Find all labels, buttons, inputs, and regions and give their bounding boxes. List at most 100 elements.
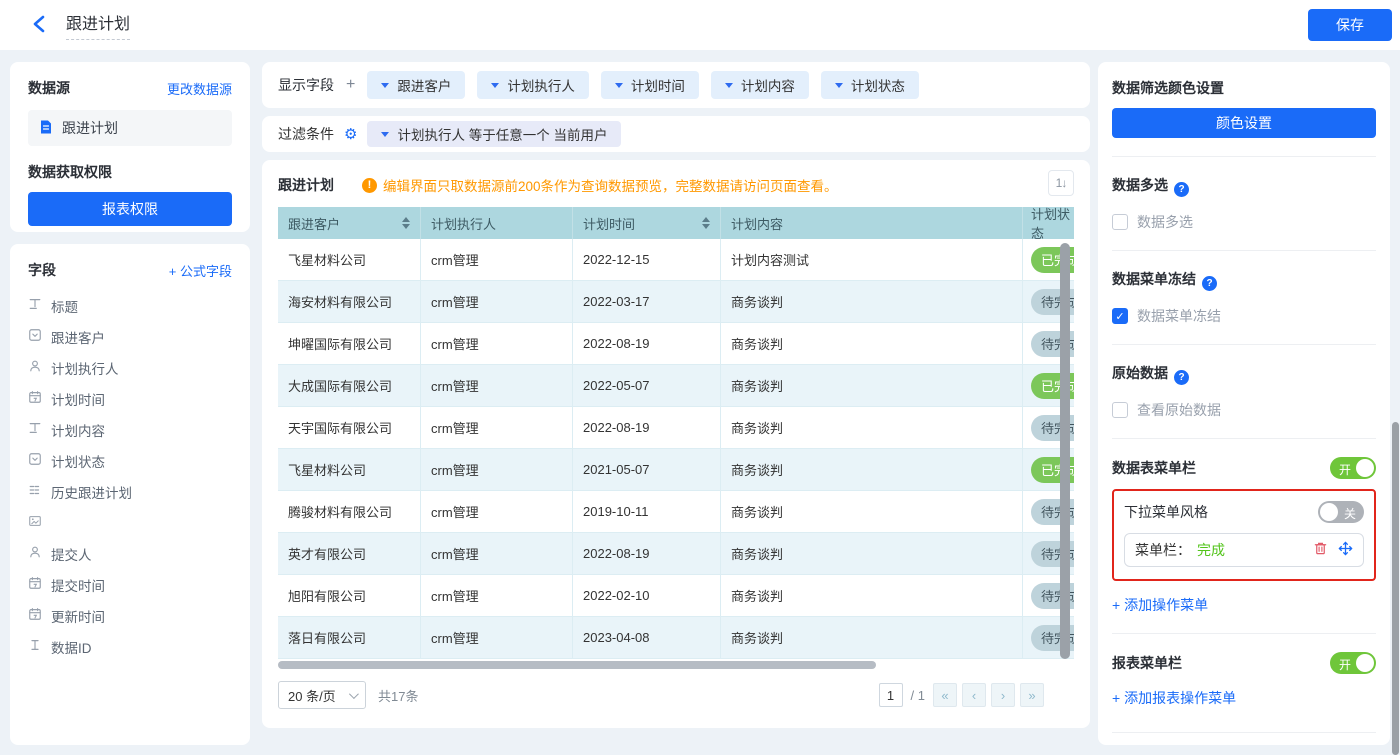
checkbox-unchecked[interactable] (1112, 214, 1128, 230)
display-field-tag[interactable]: 跟进客户 (367, 71, 466, 99)
sort-icon[interactable] (396, 217, 410, 229)
first-page-button[interactable]: « (933, 683, 957, 707)
move-icon[interactable] (1338, 541, 1353, 559)
datasource-item[interactable]: 跟进计划 (28, 110, 232, 146)
add-report-action-menu-link[interactable]: + 添加报表操作菜单 (1112, 688, 1376, 708)
field-item-plan-time[interactable]: 计划时间 (28, 383, 232, 414)
multi-select-checkbox-row[interactable]: 数据多选 (1112, 212, 1376, 232)
fields-title: 字段 (28, 262, 56, 278)
table-row[interactable]: 天宇国际有限公司 crm管理 2022-08-19 商务谈判 待完成 (278, 407, 1074, 449)
dropdown-style-toggle[interactable]: 关 (1318, 501, 1364, 523)
table-row[interactable]: 飞星材料公司 crm管理 2022-12-15 计划内容测试 已完成 (278, 239, 1074, 281)
sort-order-button[interactable]: 1↓ (1048, 170, 1074, 196)
report-menu-toggle[interactable]: 开 (1330, 652, 1376, 674)
column-header-status[interactable]: 计划状态 (1022, 207, 1074, 241)
add-action-menu-link[interactable]: + 添加操作菜单 (1112, 595, 1376, 615)
field-item-submit-time[interactable]: 提交时间 (28, 569, 232, 600)
caret-down-icon (381, 131, 390, 137)
display-field-tag[interactable]: 计划时间 (600, 71, 699, 99)
add-display-field-button[interactable]: + (346, 76, 355, 94)
caret-down-icon (614, 82, 623, 88)
settings-panel: 数据筛选颜色设置 颜色设置 数据多选? 数据多选 数据菜单冻结? ✓ 数据菜单冻… (1098, 62, 1390, 745)
raw-data-checkbox-row[interactable]: 查看原始数据 (1112, 400, 1376, 420)
trash-icon[interactable] (1313, 541, 1328, 559)
pagination-bar: 20 条/页 共17条 1 / 1 « ‹ › » (278, 681, 1074, 709)
caret-down-icon (834, 82, 843, 88)
help-icon[interactable]: ? (1202, 276, 1217, 291)
display-field-tag[interactable]: 计划执行人 (477, 71, 589, 99)
menu-bar-item[interactable]: 菜单栏： 完成 (1124, 533, 1364, 567)
table-row[interactable]: 大成国际有限公司 crm管理 2022-05-07 商务谈判 已完成 (278, 365, 1074, 407)
checkbox-checked[interactable]: ✓ (1112, 308, 1128, 324)
table-row[interactable]: 腾骏材料有限公司 crm管理 2019-10-11 商务谈判 待完成 (278, 491, 1074, 533)
field-item-update-time[interactable]: 更新时间 (28, 600, 232, 631)
help-icon[interactable]: ? (1174, 182, 1189, 197)
change-datasource-link[interactable]: 更改数据源 (167, 79, 232, 98)
field-item-submitter[interactable]: 提交人 (28, 538, 232, 569)
table-menu-toggle[interactable]: 开 (1330, 457, 1376, 479)
field-item-executor[interactable]: 计划执行人 (28, 352, 232, 383)
checkbox-unchecked[interactable] (1112, 402, 1128, 418)
caret-down-icon (381, 82, 390, 88)
table-row[interactable]: 落日有限公司 crm管理 2023-04-08 商务谈判 待完成 (278, 617, 1074, 659)
menu-item-value: 完成 (1197, 542, 1225, 558)
field-item-history[interactable]: 历史跟进计划 (28, 476, 232, 507)
table-menu-title: 数据表菜单栏 (1112, 460, 1196, 476)
viewport-scrollbar[interactable] (1392, 422, 1399, 755)
display-field-tag[interactable]: 计划状态 (820, 71, 919, 99)
warning-icon: ! (362, 177, 377, 193)
color-filter-title: 数据筛选颜色设置 (1112, 80, 1224, 96)
back-button[interactable] (28, 14, 50, 36)
field-item-image[interactable] (28, 507, 232, 538)
divider (1112, 438, 1376, 439)
topbar: 跟进计划 保存 (0, 0, 1400, 50)
table-row[interactable]: 英才有限公司 crm管理 2022-08-19 商务谈判 待完成 (278, 533, 1074, 575)
calendar-icon (28, 390, 42, 407)
table-row[interactable]: 坤曜国际有限公司 crm管理 2022-08-19 商务谈判 待完成 (278, 323, 1074, 365)
vertical-scrollbar[interactable] (1060, 243, 1070, 659)
column-header-customer[interactable]: 跟进客户 (278, 207, 420, 239)
column-header-executor[interactable]: 计划执行人 (420, 207, 572, 239)
field-item-plan-status[interactable]: 计划状态 (28, 445, 232, 476)
next-page-button[interactable]: › (991, 683, 1015, 707)
horizontal-scrollbar[interactable] (278, 661, 876, 669)
display-field-tag[interactable]: 计划内容 (710, 71, 809, 99)
filter-condition-tag[interactable]: 计划执行人 等于任意一个 当前用户 (367, 121, 622, 147)
help-icon[interactable]: ? (1174, 370, 1189, 385)
field-item-data-id[interactable]: 数据ID (28, 631, 232, 662)
user-icon (28, 359, 42, 376)
field-item-customer[interactable]: 跟进客户 (28, 321, 232, 352)
table-row[interactable]: 飞星材料公司 crm管理 2021-05-07 商务谈判 已完成 (278, 449, 1074, 491)
prev-page-button[interactable]: ‹ (962, 683, 986, 707)
text-icon (28, 297, 42, 314)
gear-icon[interactable]: ⚙ (344, 127, 357, 142)
select-icon (28, 452, 42, 469)
divider (1112, 344, 1376, 345)
field-item-title[interactable]: 标题 (28, 290, 232, 321)
column-header-content[interactable]: 计划内容 (720, 207, 1022, 239)
table-row[interactable]: 海安材料有限公司 crm管理 2022-03-17 商务谈判 待完成 (278, 281, 1074, 323)
table-panel: 跟进计划 ! 编辑界面只取数据源前200条作为查询数据预览，完整数据请访问页面查… (262, 160, 1090, 728)
filter-bar: 过滤条件 ⚙ 计划执行人 等于任意一个 当前用户 (262, 116, 1090, 152)
caret-down-icon (724, 82, 733, 88)
toggle-knob (1356, 459, 1374, 477)
sort-icon[interactable] (696, 217, 710, 229)
add-formula-field-link[interactable]: + 公式字段 (169, 261, 232, 280)
table-title: 跟进计划 (278, 177, 334, 193)
page-size-select[interactable]: 20 条/页 (278, 681, 366, 709)
table-header-row: 跟进客户 计划执行人 计划时间 计划内容 计划状态 (278, 207, 1074, 241)
last-page-button[interactable]: » (1020, 683, 1044, 707)
menu-freeze-checkbox-row[interactable]: ✓ 数据菜单冻结 (1112, 306, 1376, 326)
save-button[interactable]: 保存 (1308, 9, 1392, 41)
report-permission-button[interactable]: 报表权限 (28, 192, 232, 226)
chevron-left-icon (32, 15, 46, 36)
column-header-time[interactable]: 计划时间 (572, 207, 720, 239)
page-number-input[interactable]: 1 (878, 683, 903, 707)
datasource-name: 跟进计划 (62, 120, 118, 136)
fields-panel: 字段 + 公式字段 标题 跟进客户 计划执行人 计划时间 计划内容 计划状态 历… (10, 244, 250, 745)
preview-warning: ! 编辑界面只取数据源前200条作为查询数据预览，完整数据请访问页面查看。 (362, 175, 838, 195)
table-row[interactable]: 旭阳有限公司 crm管理 2022-02-10 商务谈判 待完成 (278, 575, 1074, 617)
color-setting-button[interactable]: 颜色设置 (1112, 108, 1376, 138)
divider (1112, 156, 1376, 157)
field-item-plan-content[interactable]: 计划内容 (28, 414, 232, 445)
